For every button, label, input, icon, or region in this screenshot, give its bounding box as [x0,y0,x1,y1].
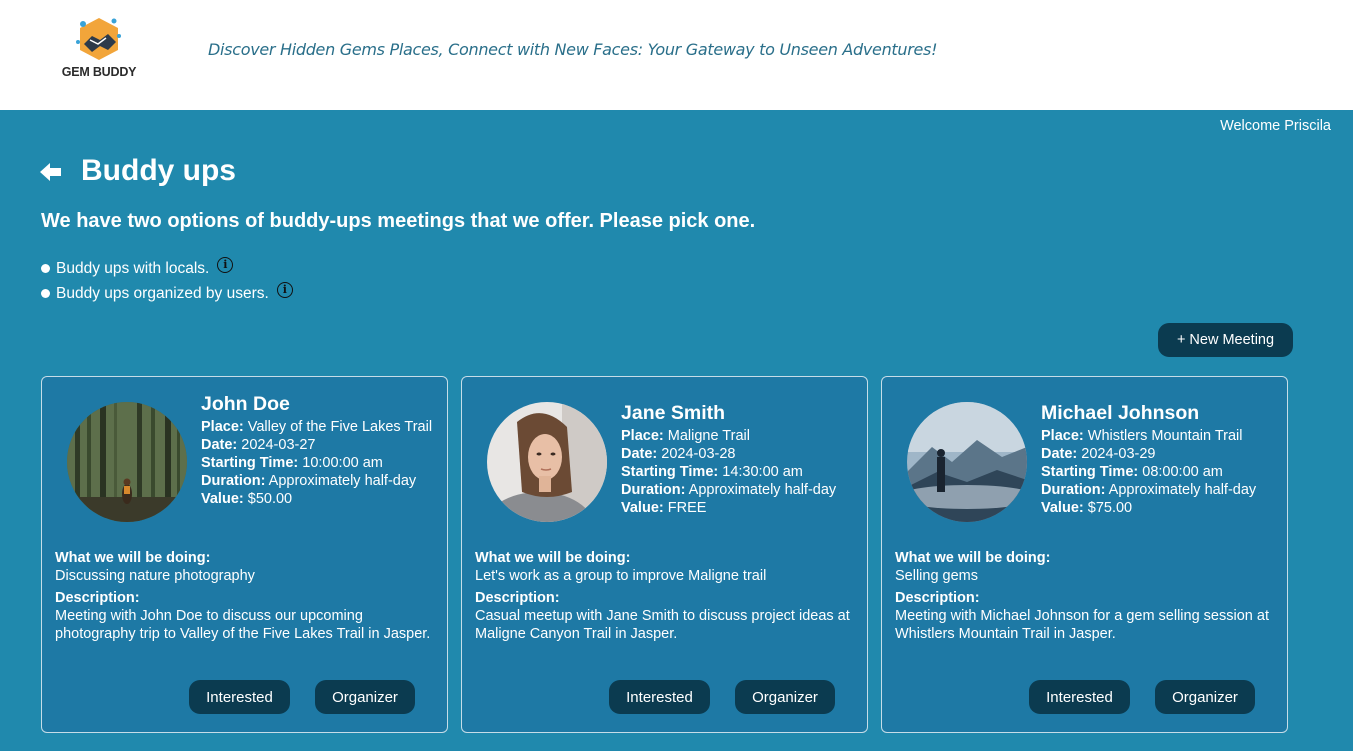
meeting-info: Jane Smith Place: Maligne Trail Date: 20… [621,402,856,517]
value-row: Value: FREE [621,500,707,516]
gem-buddy-logo[interactable]: GEM BUDDY [42,0,156,96]
time-row: Starting Time: 10:00:00 am [201,455,383,471]
organizer-button[interactable]: Organizer [735,680,835,714]
option-label: Buddy ups organized by users. [56,284,269,302]
doing-label: What we will be doing: [475,550,631,566]
description-label: Description: [55,590,140,606]
duration-row: Duration: Approximately half-day [201,473,417,489]
place-row: Place: Maligne Trail [621,428,750,444]
tagline: Discover Hidden Gems Places, Connect wit… [208,40,938,59]
meeting-card: John Doe Place: Valley of the Five Lakes… [41,376,448,733]
description-text: Meeting with Michael Johnson for a gem s… [895,608,1269,642]
doing-label: What we will be doing: [895,550,1051,566]
interested-button[interactable]: Interested [189,680,290,714]
info-icon[interactable]: i [276,281,293,298]
info-icon[interactable]: i [217,256,234,273]
new-meeting-button[interactable]: + New Meeting [1158,323,1293,357]
time-row: Starting Time: 14:30:00 am [621,464,803,480]
description-text: Casual meetup with Jane Smith to discuss… [475,608,850,642]
value-row: Value: $50.00 [201,491,293,507]
place-row: Place: Valley of the Five Lakes Trail [201,419,433,435]
description-label: Description: [475,590,560,606]
interested-button[interactable]: Interested [1029,680,1130,714]
duration-row: Duration: Approximately half-day [1041,482,1257,498]
back-arrow-icon[interactable] [40,162,62,182]
option-label: Buddy ups with locals. [56,259,210,277]
organizer-button[interactable]: Organizer [1155,680,1255,714]
handshake-logo-icon [76,18,121,60]
meeting-cards: John Doe Place: Valley of the Five Lakes… [41,376,1288,733]
avatar-mountain-photo [907,402,1027,522]
welcome-message: Welcome Priscila [1220,118,1331,134]
interested-button[interactable]: Interested [609,680,710,714]
date-row: Date: 2024-03-28 [621,446,736,462]
place-row: Place: Whistlers Mountain Trail [1041,428,1243,444]
bullet-icon [41,264,50,273]
option-locals: Buddy ups with locals. i [41,256,293,281]
organizer-name: Michael Johnson [1041,402,1200,424]
avatar-forest-photo [67,402,187,522]
page-subtitle: We have two options of buddy-ups meeting… [41,210,756,232]
meeting-details: What we will be doing: Let's work as a g… [475,549,855,643]
doing-text: Discussing nature photography [55,568,255,584]
meeting-details: What we will be doing: Selling gems Desc… [895,549,1275,643]
value-row: Value: $75.00 [1041,500,1133,516]
organizer-name: John Doe [201,393,290,415]
doing-text: Selling gems [895,568,979,584]
date-row: Date: 2024-03-29 [1041,446,1156,462]
avatar-woman-photo [487,402,607,522]
organizer-button[interactable]: Organizer [315,680,415,714]
meeting-info: John Doe Place: Valley of the Five Lakes… [201,393,436,508]
description-text: Meeting with John Doe to discuss our upc… [55,608,431,642]
doing-text: Let's work as a group to improve Maligne… [475,568,767,584]
logo-text: GEM BUDDY [61,65,137,79]
meeting-info: Michael Johnson Place: Whistlers Mountai… [1041,402,1276,517]
page-title: Buddy ups [81,154,236,187]
doing-label: What we will be doing: [55,550,211,566]
organizer-name: Jane Smith [621,402,726,424]
time-row: Starting Time: 08:00:00 am [1041,464,1223,480]
meeting-card: Jane Smith Place: Maligne Trail Date: 20… [461,376,868,733]
app-header: GEM BUDDY Discover Hidden Gems Places, C… [0,0,1353,110]
buddy-up-options: Buddy ups with locals. i Buddy ups organ… [41,256,293,306]
meeting-card: Michael Johnson Place: Whistlers Mountai… [881,376,1288,733]
option-users: Buddy ups organized by users. i [41,281,293,306]
description-label: Description: [895,590,980,606]
bullet-icon [41,289,50,298]
meeting-details: What we will be doing: Discussing nature… [55,549,435,643]
date-row: Date: 2024-03-27 [201,437,316,453]
duration-row: Duration: Approximately half-day [621,482,837,498]
